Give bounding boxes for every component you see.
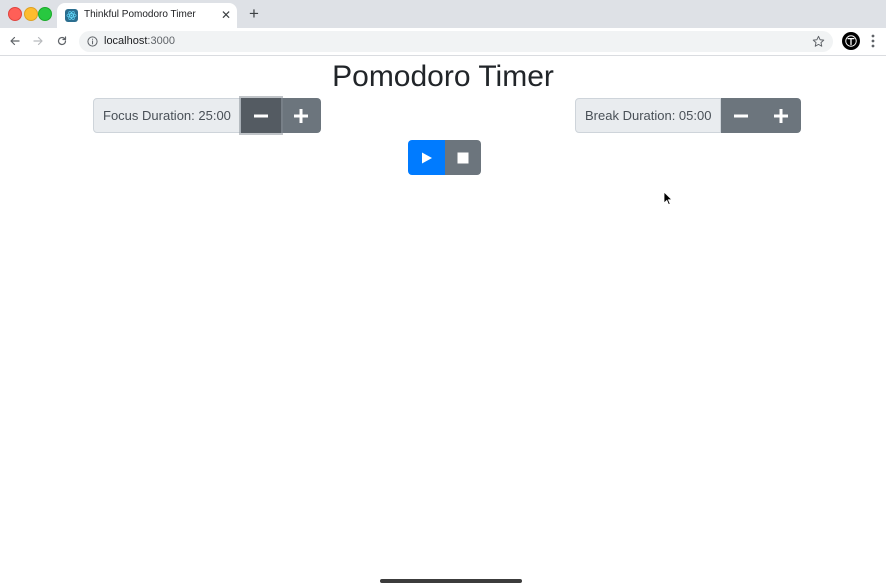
horizontal-scrollbar[interactable] bbox=[380, 579, 522, 583]
reload-icon bbox=[57, 36, 67, 46]
increase-focus-button[interactable] bbox=[280, 98, 321, 133]
url-text: localhost:3000 bbox=[104, 35, 175, 47]
break-duration-label: Break Duration: 05:00 bbox=[575, 98, 722, 133]
info-icon[interactable] bbox=[87, 36, 98, 47]
timer-controls bbox=[408, 140, 481, 175]
browser-tab[interactable]: Thinkful Pomodoro Timer ✕ bbox=[57, 3, 237, 28]
back-button[interactable] bbox=[6, 32, 24, 50]
plus-icon bbox=[293, 108, 308, 123]
browser-toolbar: localhost:3000 bbox=[0, 28, 886, 56]
stop-button[interactable] bbox=[445, 140, 481, 175]
minus-icon bbox=[253, 114, 268, 117]
increase-break-button[interactable] bbox=[761, 98, 802, 133]
tab-strip: Thinkful Pomodoro Timer ✕ + bbox=[0, 0, 886, 28]
new-tab-button[interactable]: + bbox=[246, 4, 262, 24]
minimize-window-button[interactable] bbox=[24, 7, 38, 21]
break-duration-group: Break Duration: 05:00 bbox=[575, 98, 802, 133]
page-title: Pomodoro Timer bbox=[332, 60, 554, 93]
thinkful-logo-icon bbox=[845, 35, 857, 47]
maximize-window-button[interactable] bbox=[38, 7, 52, 21]
focus-duration-group: Focus Duration: 25:00 bbox=[93, 98, 321, 133]
browser-chrome: Thinkful Pomodoro Timer ✕ + localhost:30… bbox=[0, 0, 886, 56]
play-icon bbox=[421, 152, 432, 163]
page-content: Pomodoro Timer Focus Duration: 25:00 Bre… bbox=[0, 56, 886, 583]
tab-close-icon[interactable]: ✕ bbox=[219, 8, 233, 22]
minus-icon bbox=[734, 114, 749, 117]
focus-duration-label: Focus Duration: 25:00 bbox=[93, 98, 241, 133]
profile-avatar[interactable] bbox=[842, 32, 860, 50]
kebab-menu-icon[interactable] bbox=[868, 33, 878, 49]
decrease-break-button[interactable] bbox=[721, 98, 762, 133]
mouse-cursor-icon bbox=[663, 191, 673, 206]
stop-icon bbox=[457, 152, 469, 163]
tab-title: Thinkful Pomodoro Timer bbox=[84, 9, 196, 20]
reload-button[interactable] bbox=[53, 32, 71, 50]
url-port: :3000 bbox=[147, 35, 175, 47]
play-pause-button[interactable] bbox=[408, 140, 445, 175]
bookmark-star-icon[interactable] bbox=[812, 35, 825, 48]
address-bar[interactable]: localhost:3000 bbox=[79, 31, 833, 52]
arrow-left-icon bbox=[10, 36, 20, 46]
url-host: localhost bbox=[104, 35, 148, 47]
plus-icon bbox=[774, 108, 789, 123]
forward-button[interactable] bbox=[29, 32, 47, 50]
decrease-focus-button[interactable] bbox=[240, 98, 281, 133]
react-favicon-icon bbox=[65, 9, 78, 22]
arrow-right-icon bbox=[33, 36, 43, 46]
close-window-button[interactable] bbox=[8, 7, 22, 21]
